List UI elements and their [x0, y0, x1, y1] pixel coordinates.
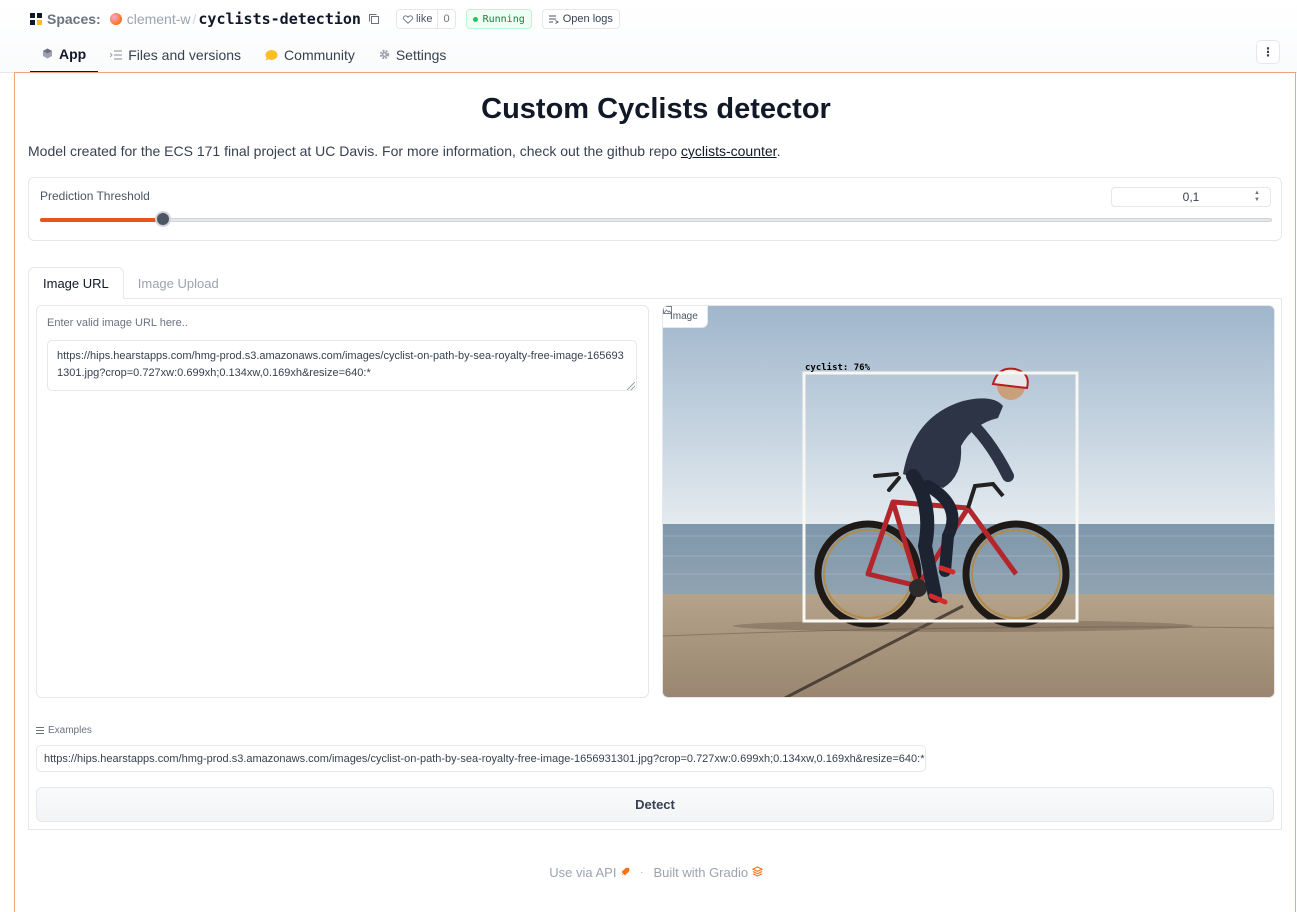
tab-community[interactable]: Community — [253, 36, 367, 73]
tab-files-label: Files and versions — [128, 46, 242, 63]
gear-icon — [379, 49, 390, 60]
tab-app-label: App — [59, 45, 87, 62]
like-button[interactable]: like 0 — [395, 9, 456, 29]
image-url-label: Enter valid image URL here.. — [47, 317, 188, 329]
owner-avatar — [109, 13, 122, 25]
spaces-logo-icon — [30, 13, 42, 25]
page-title: Custom Cyclists detector — [481, 93, 831, 125]
app-frame: Custom Cyclists detector Model created f… — [14, 72, 1296, 912]
tab-settings-label: Settings — [395, 46, 447, 63]
detection-label: cyclist: 76% — [805, 362, 871, 373]
files-icon — [110, 49, 123, 60]
threshold-label: Prediction Threshold — [40, 189, 150, 203]
open-logs-label: Open logs — [562, 13, 613, 25]
threshold-slider-fill — [40, 218, 164, 222]
description-text: Model created for the ECS 171 final proj… — [28, 143, 681, 159]
breadcrumb: Spaces: clement-w / cyclists-detection l… — [30, 8, 620, 30]
image-url-block: Enter valid image URL here.. https://hip… — [36, 305, 649, 698]
copy-icon[interactable] — [368, 13, 380, 25]
repo-name-link[interactable]: cyclists-detection — [198, 10, 361, 28]
github-repo-link[interactable]: cyclists-counter — [681, 143, 777, 159]
breadcrumb-separator: / — [192, 11, 197, 27]
image-icon — [663, 306, 672, 314]
use-via-api-link[interactable]: Use via API — [549, 865, 630, 880]
rocket-icon — [621, 867, 630, 876]
threshold-slider-track[interactable] — [40, 218, 1272, 222]
example-item[interactable]: https://hips.hearstapps.com/hmg-prod.s3.… — [36, 745, 926, 772]
api-label: Use via API — [549, 865, 617, 880]
input-tabs: Image URL Image Upload — [28, 267, 233, 299]
description-suffix: . — [776, 143, 781, 159]
built-with-gradio-link[interactable]: Built with Gradio — [653, 865, 763, 880]
detect-button[interactable]: Detect — [36, 787, 1274, 822]
list-icon — [36, 727, 44, 734]
status-dot-icon — [472, 16, 478, 22]
footer: Use via API · Built with Gradio — [15, 865, 1297, 880]
threshold-number-input[interactable]: 0,1 ▲ ▼ — [1111, 187, 1271, 207]
spaces-link[interactable]: Spaces: — [47, 11, 101, 27]
textarea-resize-handle[interactable] — [627, 382, 635, 390]
like-label: like — [415, 13, 433, 25]
like-count: 0 — [437, 10, 454, 28]
threshold-slider-thumb[interactable] — [155, 211, 172, 227]
tab-app[interactable]: App — [30, 36, 99, 73]
tab-community-label: Community — [284, 46, 355, 63]
image-label-text: Image — [670, 311, 698, 322]
status-badge: Running — [465, 9, 532, 29]
space-header: Spaces: clement-w / cyclists-detection l… — [0, 0, 1297, 73]
tab-settings[interactable]: Settings — [367, 36, 459, 73]
more-menu-button[interactable]: ⋮ — [1256, 40, 1280, 64]
app-description: Model created for the ECS 171 final proj… — [28, 143, 780, 159]
footer-separator: · — [640, 867, 644, 878]
logs-icon — [548, 14, 559, 24]
tab-files-and-versions[interactable]: Files and versions — [98, 36, 253, 73]
app-cube-icon — [43, 48, 52, 59]
prediction-threshold-block: Prediction Threshold 0,1 ▲ ▼ — [28, 177, 1282, 241]
community-icon — [265, 49, 278, 60]
tab-image-upload[interactable]: Image Upload — [124, 267, 233, 299]
status-text: Running — [482, 13, 525, 25]
built-label: Built with Gradio — [653, 865, 749, 880]
image-url-textarea[interactable]: https://hips.hearstapps.com/hmg-prod.s3.… — [47, 340, 637, 391]
number-spinner-icon[interactable]: ▲ ▼ — [1252, 190, 1262, 204]
image-label-badge: Image — [663, 306, 708, 328]
gradio-logo-icon — [751, 866, 763, 877]
examples-label: Examples — [48, 725, 92, 736]
owner-link[interactable]: clement-w — [127, 11, 191, 27]
more-vertical-icon: ⋮ — [1262, 45, 1274, 59]
output-image: Image cyclist: 76% — [662, 305, 1275, 698]
cyclist-photo: cyclist: 76% — [663, 306, 1274, 697]
examples-header: Examples — [36, 725, 92, 736]
threshold-value: 0,1 — [1182, 190, 1200, 204]
space-tabs: App Files and versions Community Setting… — [30, 36, 458, 73]
heart-icon — [402, 14, 413, 24]
open-logs-button[interactable]: Open logs — [541, 9, 620, 29]
tab-image-url[interactable]: Image URL — [28, 267, 124, 299]
